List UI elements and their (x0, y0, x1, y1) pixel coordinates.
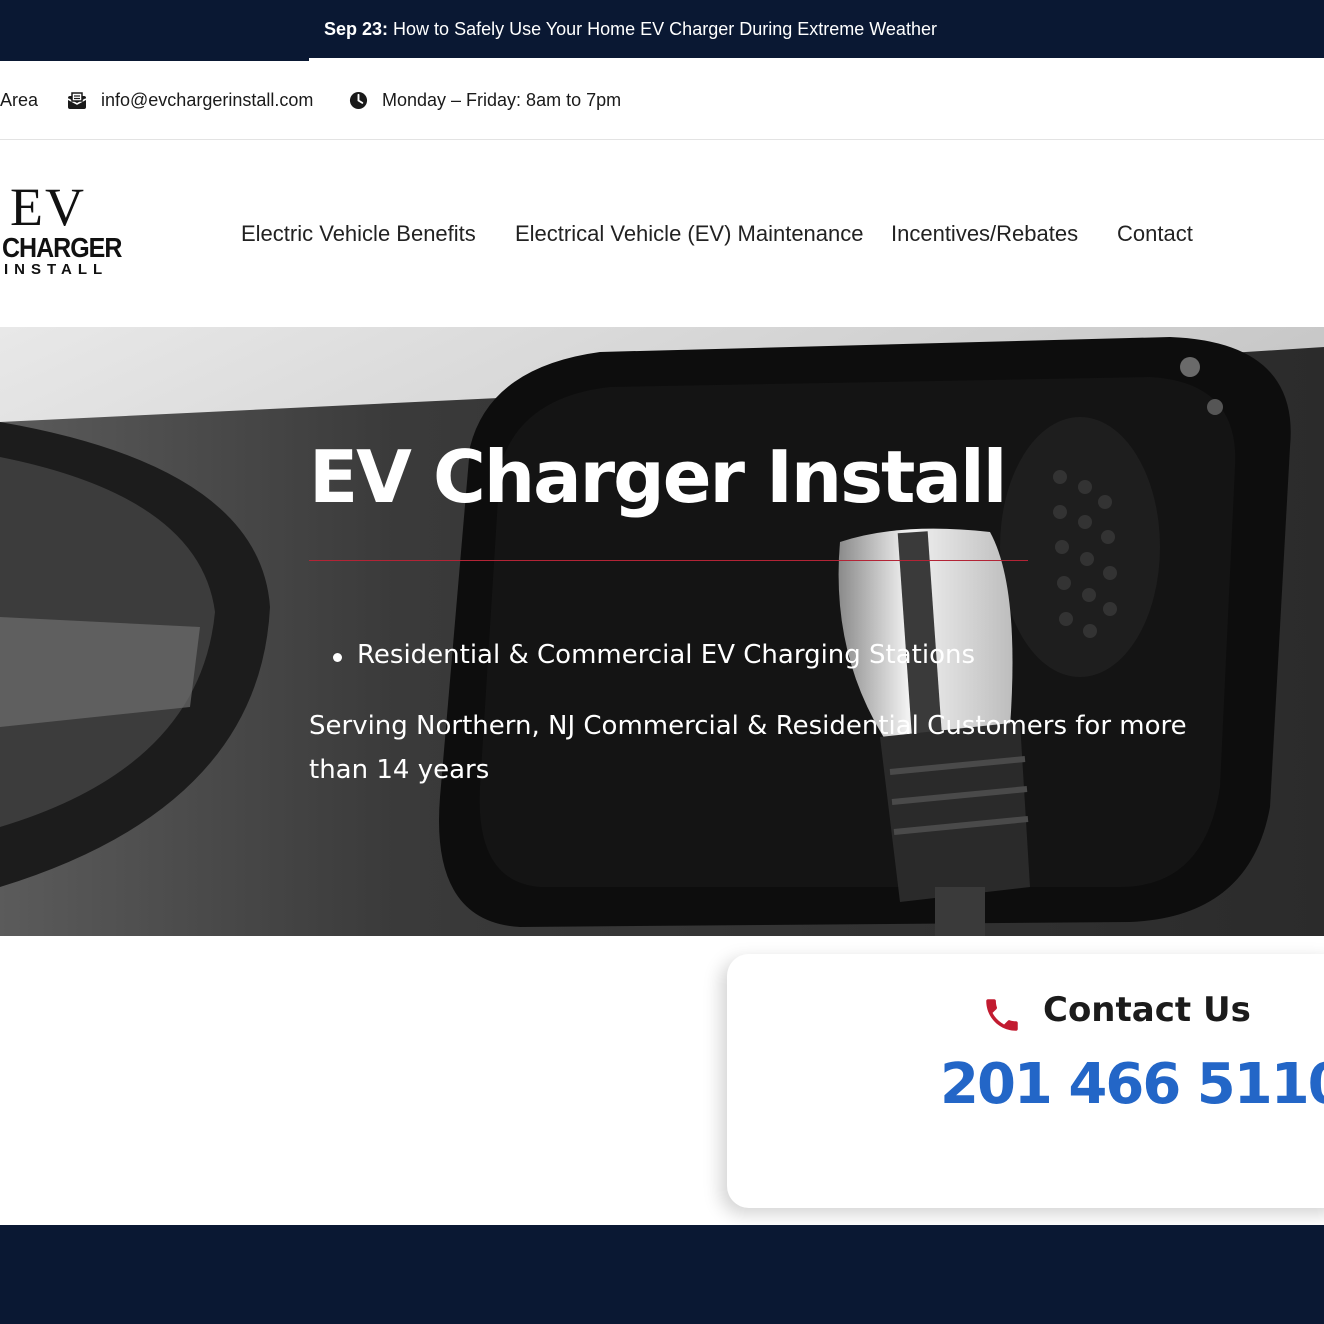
nav-item-contact[interactable]: Contact (1117, 221, 1193, 247)
clock-icon (349, 91, 368, 110)
site-header: EV CHARGER INSTALL Electric Vehicle Bene… (0, 141, 1324, 327)
email-contact[interactable]: info@evchargerinstall.com (67, 90, 313, 111)
nav-item-incentives-rebates[interactable]: Incentives/Rebates (891, 221, 1078, 247)
envelope-icon (67, 91, 87, 109)
nav-item-ev-maintenance[interactable]: Electrical Vehicle (EV) Maintenance (515, 221, 864, 247)
nav-item-electric-vehicle-benefits[interactable]: Electric Vehicle Benefits (241, 221, 476, 247)
news-ticker[interactable]: Sep 23: How to Safely Use Your Home EV C… (0, 0, 1324, 58)
bullet-dot-icon (333, 653, 342, 662)
hero-bullet-item: Residential & Commercial EV Charging Sta… (357, 640, 976, 670)
email-link[interactable]: info@evchargerinstall.com (101, 90, 313, 111)
hero-divider (309, 560, 1028, 561)
site-footer (0, 1225, 1324, 1324)
hours-text: Monday – Friday: 8am to 7pm (382, 90, 622, 110)
phone-icon (986, 999, 1018, 1031)
ticker-text[interactable]: Sep 23: How to Safely Use Your Home EV C… (324, 19, 937, 40)
ticker-date: Sep 23: (324, 19, 389, 39)
ticker-headline[interactable]: How to Safely Use Your Home EV Charger D… (393, 19, 937, 39)
service-area: Area (0, 90, 38, 111)
logo-line-charger: CHARGER (2, 233, 122, 264)
contact-card: Contact Us 201 466 5110 (727, 954, 1324, 1208)
phone-number-link[interactable]: 201 466 5110 (940, 1052, 1324, 1117)
logo-line-ev: EV (10, 177, 86, 237)
hero-subtitle: Serving Northern, NJ Commercial & Reside… (309, 711, 1187, 785)
site-logo[interactable]: EV CHARGER INSTALL (0, 177, 122, 289)
logo-line-install: INSTALL (4, 261, 109, 278)
contact-heading: Contact Us (1043, 990, 1251, 1030)
info-bar: Area info@evchargerinstall.com Monday – … (0, 61, 1324, 140)
hero-section: EV Charger Install Residential & Commerc… (0, 327, 1324, 936)
business-hours: Monday – Friday: 8am to 7pm (349, 90, 621, 111)
hero-background-image (0, 327, 1324, 936)
hero-title: EV Charger Install (309, 435, 1007, 519)
service-area-text: Area (0, 90, 39, 110)
